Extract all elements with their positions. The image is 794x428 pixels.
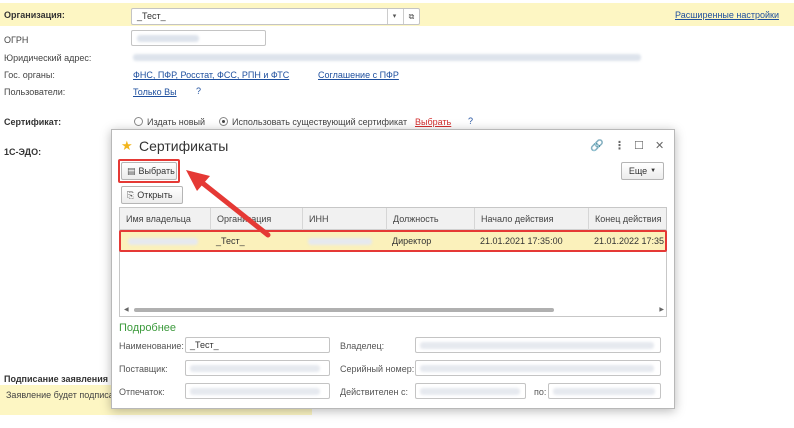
pointer-arrow-icon — [186, 170, 271, 238]
